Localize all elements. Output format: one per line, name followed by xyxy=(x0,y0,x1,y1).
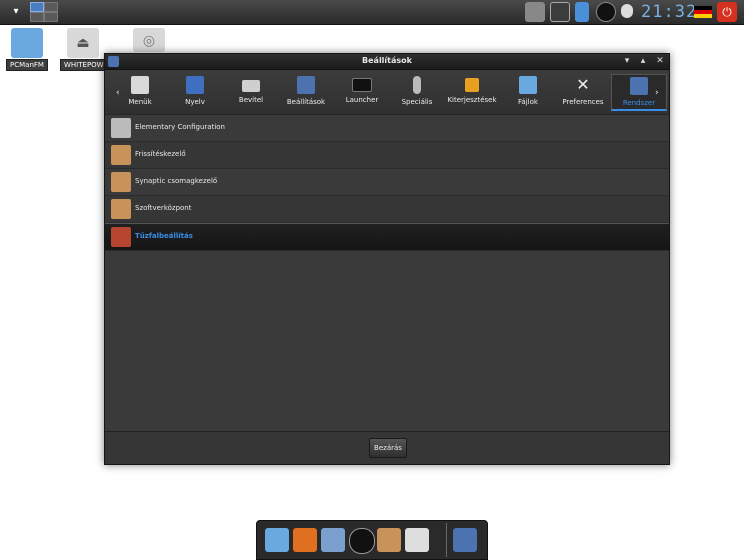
tools-icon: ✕ xyxy=(576,75,590,94)
notes-icon[interactable] xyxy=(575,2,589,22)
list-item-selected[interactable]: Tűzfalbeállítás xyxy=(105,223,669,251)
folder-icon xyxy=(519,76,537,94)
close-button[interactable]: Bezárás xyxy=(369,438,407,458)
clock[interactable]: 21:32 xyxy=(641,2,697,22)
item-label: Tűzfalbeállítás xyxy=(135,232,193,240)
chevron-down-icon[interactable]: ▾ xyxy=(621,55,633,67)
tab-launcher[interactable]: Launcher xyxy=(335,74,389,112)
terminal-drive-icon[interactable] xyxy=(405,528,429,552)
item-label: Synaptic csomagkezelő xyxy=(135,177,218,185)
bulb-icon[interactable] xyxy=(621,2,633,22)
category-toolbar: ‹ Menük Nyelv Bevitel Beállítások Launch… xyxy=(105,70,669,115)
wrench-icon[interactable] xyxy=(453,528,477,552)
desktop-icon-whitepow[interactable]: ⏏ WHITEPOW xyxy=(60,28,108,71)
maximize-button[interactable]: ▴ xyxy=(637,55,649,67)
home-folder-icon xyxy=(11,28,43,58)
list-item[interactable]: Synaptic csomagkezelő xyxy=(105,169,669,196)
tab-beallitasok[interactable]: Beállítások xyxy=(279,74,333,112)
keyboard-icon xyxy=(242,80,260,92)
top-panel: ▾ 21:32 ⏻ xyxy=(0,0,744,25)
disc-icon: ◎ xyxy=(133,28,165,52)
workspace-3[interactable] xyxy=(30,12,44,22)
files-icon[interactable] xyxy=(265,528,289,552)
tab-label: Preferences xyxy=(562,98,604,106)
eject-drive-icon: ⏏ xyxy=(67,28,99,58)
tab-nyelv[interactable]: Nyelv xyxy=(168,74,222,112)
tab-fajlok[interactable]: Fájlok xyxy=(501,74,555,112)
tab-label: Nyelv xyxy=(185,98,205,106)
terminal-icon xyxy=(352,78,372,92)
wrench-icon xyxy=(297,76,315,94)
update-package-icon xyxy=(111,145,131,165)
chevron-down-icon[interactable]: ▾ xyxy=(9,5,23,19)
tab-bevitel[interactable]: Bevitel xyxy=(224,74,278,112)
desktop-icon-label: PCManFM xyxy=(6,59,48,71)
desktop-icon-label: WHITEPOW xyxy=(60,59,108,71)
desktop-icon-disc[interactable]: ◎ xyxy=(132,28,166,52)
tab-label: Menük xyxy=(128,98,152,106)
package-icon[interactable] xyxy=(377,528,401,552)
elementary-icon xyxy=(111,118,131,138)
language-globe-icon xyxy=(186,76,204,94)
list-item[interactable]: Frissítéskezelő xyxy=(105,142,669,169)
dock xyxy=(256,520,488,560)
item-label: Szoftverközpont xyxy=(135,204,192,212)
tab-kiterjesztesek[interactable]: Kiterjesztések xyxy=(445,74,499,112)
workspace-switcher[interactable] xyxy=(30,2,58,22)
workspace-2[interactable] xyxy=(44,2,58,12)
tab-preferences[interactable]: ✕ Preferences xyxy=(556,74,610,112)
desktop-icon-pcmanfm[interactable]: PCManFM xyxy=(4,28,50,71)
tab-label: Kiterjesztések xyxy=(447,96,497,104)
scroll-right-button[interactable]: › xyxy=(655,88,659,98)
updates-icon[interactable] xyxy=(550,2,570,22)
tab-label: Launcher xyxy=(345,96,379,104)
media-icon[interactable] xyxy=(596,2,616,22)
list-item[interactable]: Szoftverközpont xyxy=(105,196,669,223)
eye-icon[interactable] xyxy=(293,528,317,552)
dialog-footer: Bezárás xyxy=(105,431,669,464)
item-list: Elementary Configuration Frissítéskezelő… xyxy=(105,115,669,251)
item-label: Frissítéskezelő xyxy=(135,150,186,158)
tab-specialis[interactable]: Speciális xyxy=(390,74,444,112)
drop-icon xyxy=(413,76,421,94)
window-title: Beállítások xyxy=(362,56,412,65)
tab-label: Rendszer xyxy=(622,99,656,107)
menu-file-icon xyxy=(131,76,149,94)
list-item[interactable]: Elementary Configuration xyxy=(105,115,669,142)
puzzle-icon xyxy=(465,78,479,92)
flag-de-icon[interactable] xyxy=(694,6,712,26)
tab-label: Fájlok xyxy=(518,98,538,106)
workspace-4[interactable] xyxy=(44,12,58,22)
workspace-1[interactable] xyxy=(30,2,44,12)
tab-label: Bevitel xyxy=(238,96,264,104)
settings-icon[interactable] xyxy=(321,528,345,552)
tab-label: Beállítások xyxy=(286,98,326,106)
letter-a-icon[interactable] xyxy=(349,528,375,554)
tab-label: Speciális xyxy=(401,98,433,106)
software-center-icon xyxy=(111,199,131,219)
system-wrench-icon xyxy=(630,77,648,95)
firewall-icon xyxy=(111,227,131,247)
dock-separator xyxy=(446,523,447,557)
item-label: Elementary Configuration xyxy=(135,123,225,131)
tab-menuk[interactable]: Menük xyxy=(113,74,167,112)
settings-window: Beállítások ▾ ▴ ✕ ‹ Menük Nyelv Bevitel … xyxy=(104,53,670,465)
power-icon[interactable]: ⏻ xyxy=(717,2,737,22)
close-icon[interactable]: ✕ xyxy=(654,55,666,67)
network-icon[interactable] xyxy=(525,2,545,22)
synaptic-package-icon xyxy=(111,172,131,192)
titlebar[interactable]: Beállítások ▾ ▴ ✕ xyxy=(105,54,669,70)
